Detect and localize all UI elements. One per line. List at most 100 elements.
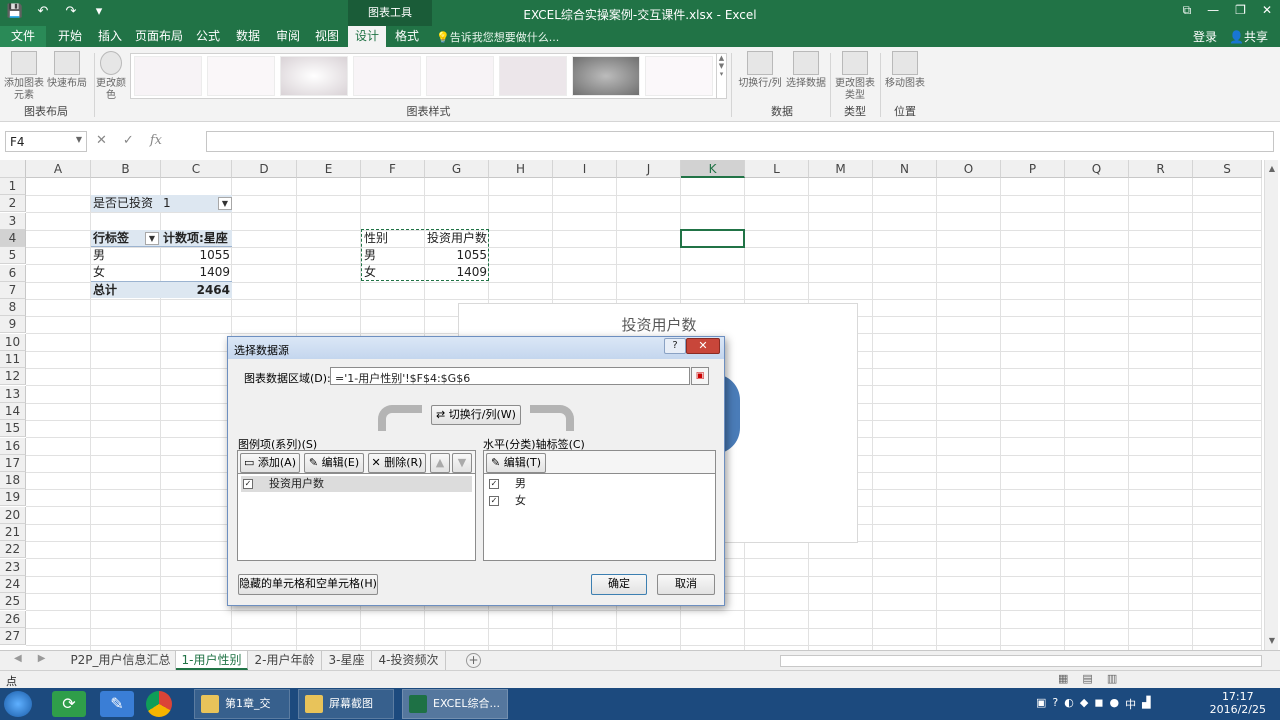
taskbar-app-folder[interactable]: 第1章_交互... — [194, 689, 290, 719]
tray-icon[interactable]: ◆ — [1080, 696, 1088, 712]
change-chart-type-button[interactable]: 更改图表类型 — [833, 51, 877, 102]
add-series-button[interactable]: ▭ 添加(A) — [240, 453, 300, 473]
add-sheet-icon[interactable]: + — [466, 653, 481, 668]
formula-input[interactable] — [206, 131, 1274, 152]
column-header[interactable]: Q — [1065, 160, 1129, 178]
row-header[interactable]: 23 — [0, 558, 26, 576]
tray-icon[interactable]: ◐ — [1064, 696, 1074, 712]
sheet-tab-age[interactable]: 2-用户年龄 — [248, 651, 322, 670]
prev-sheet-icon[interactable]: ◀ — [14, 653, 22, 664]
pivot-row-value[interactable]: 1409 — [161, 264, 232, 281]
column-header[interactable]: N — [873, 160, 937, 178]
chart-style-8[interactable] — [645, 56, 713, 96]
gallery-scroll[interactable]: ▲ ▼ ▾ — [716, 54, 726, 98]
app-pen-icon[interactable]: ✎ — [100, 691, 134, 717]
move-chart-button[interactable]: 移动图表 — [882, 51, 928, 90]
page-break-view-icon[interactable]: ▥ — [1107, 672, 1117, 685]
row-header[interactable]: 7 — [0, 281, 26, 299]
sheet-tab-zodiac[interactable]: 3-星座 — [322, 651, 372, 670]
ribbon-display-icon[interactable]: ⧉ — [1183, 3, 1192, 18]
row-header[interactable]: 16 — [0, 437, 26, 455]
switch-row-column-button[interactable]: 切换行/列 — [737, 51, 783, 90]
checkbox[interactable]: ✓ — [243, 479, 253, 489]
enter-entry-icon[interactable]: ✓ — [123, 133, 134, 148]
collapse-dialog-icon[interactable]: ▣ — [691, 367, 709, 385]
pivot-row-label[interactable]: 女 — [91, 264, 161, 281]
filter-icon[interactable]: ▼ — [218, 197, 232, 210]
row-header[interactable]: 3 — [0, 212, 26, 230]
column-header[interactable]: R — [1129, 160, 1193, 178]
move-down-button[interactable]: ▼ — [452, 453, 472, 473]
sheet-tab-frequency[interactable]: 4-投资频次 — [372, 651, 446, 670]
row-header[interactable]: 14 — [0, 402, 26, 420]
column-header[interactable]: K — [681, 160, 745, 178]
share-button[interactable]: 👤共享 — [1229, 28, 1268, 45]
row-header[interactable]: 20 — [0, 506, 26, 524]
vertical-scrollbar[interactable]: ▲ ▼ — [1264, 160, 1278, 650]
tray-icon[interactable]: ◼ — [1094, 696, 1103, 712]
row-header[interactable]: 18 — [0, 472, 26, 490]
checkbox[interactable]: ✓ — [489, 479, 499, 489]
column-header[interactable]: O — [937, 160, 1001, 178]
tab-format[interactable]: 格式 — [389, 26, 425, 47]
category-item[interactable]: ✓ 男 — [487, 476, 712, 492]
scroll-up-icon[interactable]: ▲ — [1265, 162, 1279, 176]
category-item[interactable]: ✓ 女 — [487, 493, 712, 509]
taskbar-app-screenshots[interactable]: 屏幕截图 — [298, 689, 394, 719]
change-colors-button[interactable]: 更改颜色 — [96, 51, 126, 102]
row-header[interactable]: 17 — [0, 454, 26, 472]
column-header[interactable]: C — [161, 160, 232, 178]
active-cell-k4[interactable] — [680, 229, 745, 248]
tray-icon[interactable]: ▣ — [1036, 696, 1046, 712]
dialog-titlebar[interactable]: 选择数据源 ? ✕ — [228, 337, 724, 359]
row-header[interactable]: 26 — [0, 610, 26, 628]
row-header[interactable]: 5 — [0, 247, 26, 265]
column-header[interactable]: I — [553, 160, 617, 178]
tray-icon[interactable]: ● — [1109, 696, 1119, 712]
row-header[interactable]: 6 — [0, 264, 26, 282]
pivot-total-label[interactable]: 总计 — [91, 281, 161, 298]
chart-style-5[interactable] — [426, 56, 494, 96]
minimize-button[interactable]: — — [1207, 3, 1219, 18]
column-header[interactable]: J — [617, 160, 681, 178]
signal-icon[interactable]: ▟ — [1142, 696, 1150, 712]
cancel-entry-icon[interactable]: ✕ — [96, 133, 107, 148]
chart-title[interactable]: 投资用户数 — [459, 314, 859, 335]
series-list[interactable]: ✓ 投资用户数 — [237, 473, 476, 561]
tab-file[interactable]: 文件 — [0, 26, 46, 47]
pivot-row-value[interactable]: 1055 — [161, 247, 232, 264]
chart-style-3[interactable] — [280, 56, 348, 96]
chevron-down-icon[interactable]: ▼ — [76, 135, 82, 144]
chart-style-6[interactable] — [499, 56, 567, 96]
row-header[interactable]: 19 — [0, 489, 26, 507]
column-header[interactable]: B — [91, 160, 161, 178]
column-header[interactable]: M — [809, 160, 873, 178]
row-header[interactable]: 25 — [0, 593, 26, 611]
row-header[interactable]: 10 — [0, 333, 26, 351]
column-header[interactable]: L — [745, 160, 809, 178]
scroll-down-icon[interactable]: ▼ — [1265, 634, 1279, 648]
sign-in-link[interactable]: 登录 — [1193, 28, 1217, 45]
category-list[interactable]: ✓ 男 ✓ 女 — [483, 473, 716, 561]
help-icon[interactable]: ? — [664, 338, 686, 354]
tab-formulas[interactable]: 公式 — [190, 26, 226, 47]
add-chart-element-button[interactable]: 添加图表元素 — [2, 51, 46, 102]
column-header[interactable]: F — [361, 160, 425, 178]
start-button[interactable] — [4, 691, 32, 717]
hidden-empty-cells-button[interactable]: 隐藏的单元格和空单元格(H) — [238, 574, 378, 595]
move-up-button[interactable]: ▲ — [430, 453, 450, 473]
quick-layout-button[interactable]: 快速布局 — [46, 51, 88, 90]
column-header[interactable]: D — [232, 160, 297, 178]
row-header[interactable]: 4 — [0, 229, 26, 247]
chart-style-4[interactable] — [353, 56, 421, 96]
series-item[interactable]: ✓ 投资用户数 — [241, 476, 472, 492]
column-header[interactable]: S — [1193, 160, 1262, 178]
row-header[interactable]: 13 — [0, 385, 26, 403]
taskbar-app-excel[interactable]: EXCEL综合... — [402, 689, 508, 719]
close-button[interactable]: ✕ — [1262, 3, 1272, 18]
horizontal-scrollbar[interactable] — [780, 655, 1262, 667]
tab-design[interactable]: 设计 — [348, 26, 386, 47]
cancel-button[interactable]: 取消 — [657, 574, 715, 595]
normal-view-icon[interactable]: ▦ — [1058, 672, 1068, 685]
ime-indicator[interactable]: 中 — [1125, 696, 1136, 712]
